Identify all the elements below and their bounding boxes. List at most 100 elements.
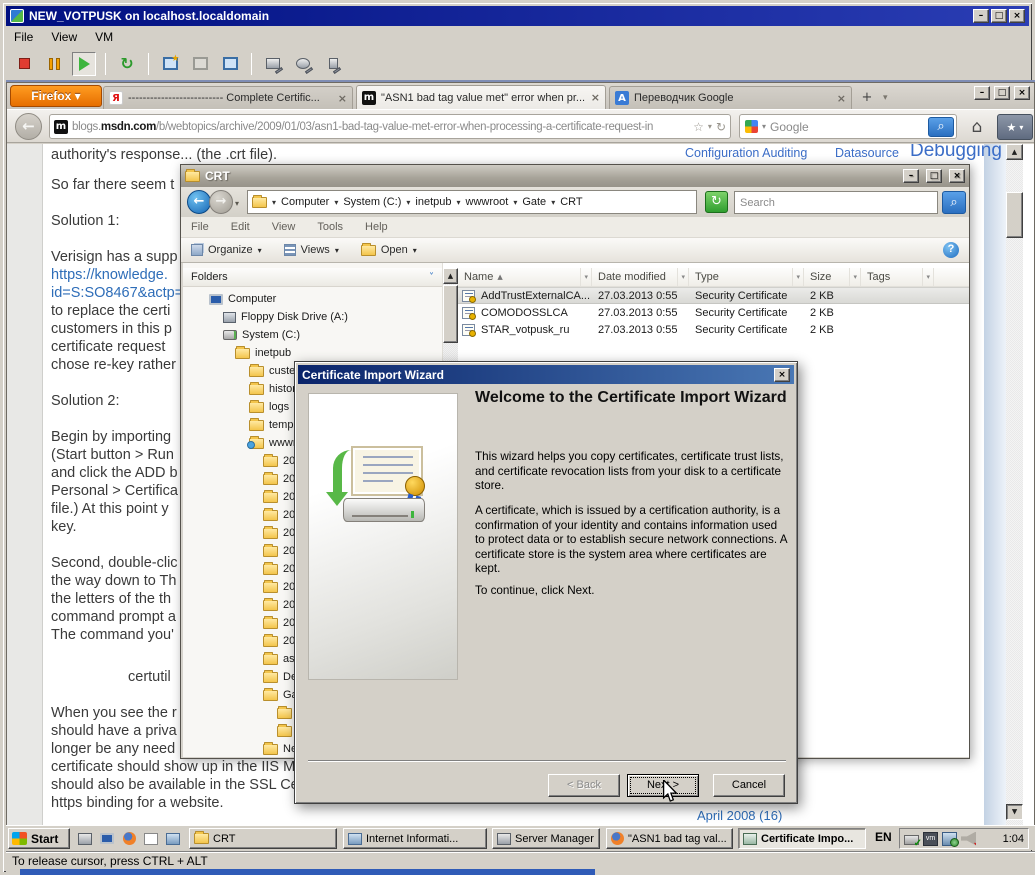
- snapshot-manager-button[interactable]: [218, 52, 242, 76]
- vmware-tools-icon[interactable]: vm: [923, 831, 938, 846]
- link-debugging[interactable]: Debugging: [910, 144, 1002, 162]
- file-row-comodosslca[interactable]: COMODOSSLCA 27.03.2013 0:55 Security Cer…: [458, 304, 969, 321]
- scroll-down-icon[interactable]: ▲: [1006, 804, 1023, 820]
- muted-speaker-icon[interactable]: [961, 831, 976, 846]
- column-tags[interactable]: Tags ▾: [861, 268, 934, 286]
- bookmark-star-icon[interactable]: ☆: [693, 120, 704, 134]
- browser-scrollbar[interactable]: ▲ ▲: [1006, 144, 1023, 825]
- link-april-2008[interactable]: April 2008 (16): [697, 808, 782, 823]
- taskbar-button-crt[interactable]: CRT: [189, 828, 337, 849]
- back-button[interactable]: ←: [15, 113, 42, 140]
- collapse-pane-icon[interactable]: ˅: [429, 272, 434, 283]
- firefox-app-button[interactable]: Firefox ▾: [10, 85, 102, 107]
- hardware-safely-remove-icon[interactable]: [904, 834, 922, 849]
- link-datasource[interactable]: Datasource: [835, 146, 899, 160]
- explorer-search-button[interactable]: ⌕: [942, 191, 966, 214]
- quicklaunch-firefox-icon[interactable]: [120, 830, 138, 847]
- tree-item-system-c[interactable]: System (C:): [183, 326, 442, 344]
- taskbar-button-server-manager[interactable]: Server Manager: [492, 828, 600, 849]
- revert-snapshot-button[interactable]: [188, 52, 212, 76]
- list-all-tabs-icon[interactable]: ▾: [883, 93, 888, 103]
- column-filter-icon[interactable]: ▾: [580, 268, 591, 286]
- breadcrumb[interactable]: ▾ Computer ▾ System (C:) ▾ inetpub ▾ www…: [247, 190, 697, 214]
- power-on-button[interactable]: [72, 51, 96, 76]
- explorer-search-input[interactable]: Search: [734, 191, 938, 214]
- firefox-minimize-button[interactable]: –: [974, 86, 990, 100]
- file-row-star-votpusk[interactable]: STAR_votpusk_ru 27.03.2013 0:55 Security…: [458, 321, 969, 338]
- explorer-minimize-button[interactable]: –: [903, 169, 919, 183]
- column-name[interactable]: Name ▲ ▾: [458, 268, 592, 286]
- scrollbar-thumb[interactable]: [443, 285, 458, 343]
- usb-settings-button[interactable]: [321, 52, 345, 76]
- explorer-menu-edit[interactable]: Edit: [231, 221, 250, 233]
- wizard-close-button[interactable]: ×: [774, 367, 790, 382]
- tab-complete-certificate[interactable]: Я -------------------------- Complete Ce…: [103, 86, 353, 109]
- column-filter-icon[interactable]: ▾: [849, 268, 860, 286]
- bookmarks-button[interactable]: ★ ▾: [997, 114, 1033, 140]
- search-bar[interactable]: ▾ Google ⌕: [739, 114, 957, 139]
- breadcrumb-wwwroot[interactable]: wwwroot: [466, 196, 509, 208]
- column-type[interactable]: Type ▾: [689, 268, 804, 286]
- url-bar[interactable]: m blogs.msdn.com/b/webtopics/archive/200…: [49, 114, 731, 139]
- refresh-button[interactable]: ↻: [705, 191, 728, 213]
- tree-item-floppy[interactable]: Floppy Disk Drive (A:): [183, 308, 442, 326]
- file-row-addtrust[interactable]: AddTrustExternalCA... 27.03.2013 0:55 Se…: [458, 287, 969, 304]
- explorer-maximize-button[interactable]: □: [926, 169, 942, 183]
- vm-menu-view[interactable]: View: [51, 30, 77, 44]
- language-indicator[interactable]: EN: [875, 830, 892, 844]
- tab-close-icon[interactable]: ×: [338, 92, 347, 105]
- breadcrumb-gate[interactable]: Gate: [522, 196, 546, 208]
- history-dropdown-icon[interactable]: ▾: [235, 199, 239, 208]
- taskbar-button-firefox[interactable]: "ASN1 bad tag val...: [606, 828, 733, 849]
- taskbar-button-certificate-import[interactable]: Certificate Impo...: [738, 828, 866, 849]
- scrollbar-thumb[interactable]: [1006, 192, 1023, 238]
- taskbar-button-iis[interactable]: Internet Informati...: [343, 828, 487, 849]
- explorer-back-button[interactable]: ←: [187, 190, 211, 214]
- vm-close-button[interactable]: ×: [1009, 9, 1025, 23]
- quicklaunch-server-icon[interactable]: [76, 830, 94, 847]
- link-configuration-auditing[interactable]: Configuration Auditing: [685, 146, 807, 160]
- explorer-menu-help[interactable]: Help: [365, 221, 388, 233]
- cancel-button[interactable]: Cancel: [713, 774, 785, 797]
- vm-menu-vm[interactable]: VM: [95, 30, 113, 44]
- reload-icon[interactable]: ↻: [716, 120, 726, 134]
- open-button[interactable]: Open ▾: [360, 242, 417, 256]
- organize-button[interactable]: Organize ▾: [191, 244, 262, 256]
- scroll-up-icon[interactable]: ▲: [1006, 144, 1023, 160]
- home-button[interactable]: ⌂: [963, 114, 991, 140]
- explorer-forward-button[interactable]: →: [209, 190, 233, 214]
- search-engine-dropdown-icon[interactable]: ▾: [762, 122, 766, 131]
- explorer-menu-tools[interactable]: Tools: [317, 221, 343, 233]
- tab-google-translate[interactable]: A Переводчик Google ×: [609, 86, 852, 109]
- breadcrumb-system-c[interactable]: System (C:): [343, 196, 401, 208]
- firefox-restore-button[interactable]: □: [994, 86, 1010, 100]
- tab-asn1-error[interactable]: m "ASN1 bad tag value met" error when pr…: [356, 85, 606, 109]
- folders-header[interactable]: Folders ˅: [183, 268, 442, 287]
- url-dropdown-icon[interactable]: ▾: [708, 122, 712, 131]
- quicklaunch-iis-icon[interactable]: [164, 830, 182, 847]
- cd-settings-button[interactable]: [291, 52, 315, 76]
- breadcrumb-computer[interactable]: Computer: [281, 196, 329, 208]
- quicklaunch-notepad-icon[interactable]: [142, 830, 160, 847]
- power-off-button[interactable]: [12, 52, 36, 76]
- explorer-menu-file[interactable]: File: [191, 221, 209, 233]
- back-button[interactable]: < Back: [548, 774, 620, 797]
- start-button[interactable]: Start: [8, 828, 70, 849]
- new-tab-button[interactable]: +: [857, 89, 877, 107]
- tab-close-icon[interactable]: ×: [591, 91, 600, 104]
- column-date-modified[interactable]: Date modified ▾: [592, 268, 689, 286]
- vm-minimize-button[interactable]: –: [973, 9, 989, 23]
- search-go-button[interactable]: ⌕: [928, 116, 954, 137]
- column-filter-icon[interactable]: ▾: [677, 268, 688, 286]
- firefox-close-button[interactable]: ×: [1014, 86, 1030, 100]
- explorer-menu-view[interactable]: View: [272, 221, 296, 233]
- column-filter-icon[interactable]: ▾: [922, 268, 933, 286]
- views-button[interactable]: Views ▾: [283, 244, 339, 256]
- explorer-close-button[interactable]: ×: [949, 169, 965, 183]
- tree-item-inetpub[interactable]: inetpub: [183, 344, 442, 362]
- network-icon[interactable]: [942, 831, 959, 847]
- vm-maximize-button[interactable]: □: [991, 9, 1007, 23]
- edit-settings-button[interactable]: [261, 52, 285, 76]
- column-filter-icon[interactable]: ▾: [792, 268, 803, 286]
- column-size[interactable]: Size ▾: [804, 268, 861, 286]
